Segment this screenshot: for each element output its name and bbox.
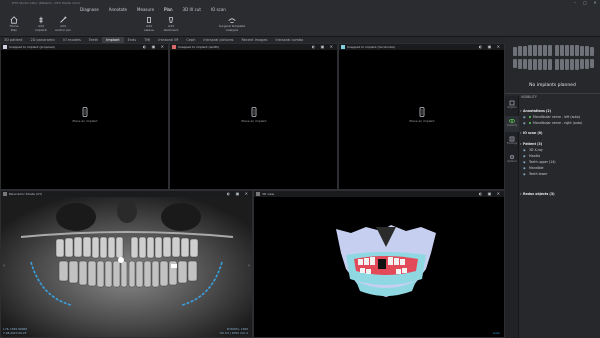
view-title: 3D view [262,192,275,196]
visibility-group[interactable]: ▾ IO scan (0) [520,130,600,136]
implant-view-3[interactable]: Snapped to implant (horizontal) ◐ ▣ ✕ Pl… [338,43,505,190]
add-anchor-pin-button[interactable]: Add anchor pin [52,16,74,36]
dental-chart-thumbnail [513,45,594,70]
view-controls[interactable]: ◐ ▣ ✕ [312,44,335,50]
template-icon [228,18,236,23]
implant-view-2[interactable]: Snapped to implant (width) ◐ ▣ ✕ Place a… [169,43,338,190]
pano-info-bottom-right: W 6000 L 1300 HU 0.5 | 6765 mm 2 [219,327,248,335]
placeholder: Place an implant [70,107,100,123]
menu-plan[interactable]: Plan [164,7,173,12]
chevron-down-icon[interactable]: ▾ [520,191,522,197]
view-title: Snapped to implant (width) [178,45,220,49]
menu-io-scan[interactable]: IO scan [211,7,226,12]
menu-3d-ix-cut[interactable]: 3D IX cut [183,7,201,12]
view-color-swatch [3,45,7,49]
scroll-left-arrow-icon[interactable]: ‹ [3,263,5,269]
panel-sidebar: Objects Visibility Findings Options [505,96,519,338]
no-implants-label: No implants planned [529,83,576,88]
implant-icon [39,16,43,24]
view-controls[interactable]: ◐ ▣ ✕ [479,44,502,50]
sidebar-item-objects[interactable]: Objects [505,98,519,114]
eye-toggle-icon[interactable]: ◉ [523,171,526,177]
chevron-down-icon[interactable]: ▾ [520,130,522,136]
view-title: Snapped to implant (horizontal) [347,45,395,49]
implant-view-1[interactable]: Snapped to implant (proposal) ◐ ▣ ✕ Plac… [0,43,169,190]
implant-placeholder-icon [251,107,257,117]
sidebar-item-options[interactable]: Options [505,152,519,168]
view-header: Snapped to implant (width) ◐ ▣ ✕ [170,44,337,50]
panoramic-view[interactable]: Panoramic Strata (CT) ◐ ▣ ✕ L HL 1556.00… [0,190,253,338]
view-header: Snapped to implant (horizontal) ◐ ▣ ✕ [339,44,504,50]
menu-diagnose[interactable]: Diagnose [80,7,99,12]
sidebar-item-findings[interactable]: Findings [505,134,519,150]
view-title: Snapped to implant (proposal) [9,45,55,49]
3d-skull-model [336,225,436,297]
visibility-label: Redox objects (3) [523,192,555,196]
surgical-template-button[interactable]: Surgical template analysis [218,16,246,36]
add-sleeve-button[interactable]: Add sleeve [138,16,160,36]
implant-placeholder-icon [419,107,425,117]
view-header: Snapped to implant (proposal) ◐ ▣ ✕ [1,44,168,50]
view-color-swatch [341,45,345,49]
status-dot [529,122,531,124]
visibility-group[interactable]: ▾ Redox objects (3) [520,191,600,197]
auto-label[interactable]: Auto [493,331,500,335]
abutment-icon [168,17,174,23]
view-color-swatch [256,192,260,196]
add-implant-button[interactable]: Add implant [30,16,52,36]
view-controls[interactable]: ◐ ▣ ✕ [479,191,502,197]
view-header: 3D view ◐ ▣ ✕ [254,191,504,197]
add-abutment-button[interactable]: Add abutment [160,16,182,36]
home-plan-button[interactable]: Home Plan [3,16,25,36]
menu-measure[interactable]: Measure [137,7,154,12]
visibility-section-title: VISIBILITY [521,95,537,99]
eye-toggle-icon[interactable]: ◉ [523,120,526,126]
visibility-item[interactable]: ◉ Mandibular nerve - right (auto) [520,120,600,126]
divider [505,93,600,94]
view-controls[interactable]: ◐ ▣ ✕ [143,44,166,50]
visibility-label: IO scan (0) [523,131,543,135]
main-menu: Diagnose Annotate Measure Plan 3D IX cut… [0,6,600,13]
pano-info-bottom-left: L HL 1556.00069 7-08-2023 00:23 [3,327,27,335]
visibility-item[interactable]: ◉ Teeth lower [520,171,600,177]
sleeve-icon [147,17,151,23]
window-title: DTX Studio Clinic (Patient) - DTX Studio… [12,1,81,5]
placeholder: Place an implant [407,107,437,123]
placeholder: Place an implant [239,107,269,123]
home-icon [10,16,18,24]
view-color-swatch [172,45,176,49]
pin-icon [60,16,67,23]
visibility-label: Teeth lower [529,172,548,176]
3d-view[interactable]: 3D view ◐ ▣ ✕ Auto [253,190,505,338]
visibility-label: Mandibular nerve - right (auto) [533,121,583,125]
status-dot [529,116,531,118]
view-color-swatch [3,192,7,196]
panoramic-xray-image [1,197,252,337]
implant-placeholder-icon [82,107,88,117]
menu-annotate[interactable]: Annotate [109,7,127,12]
ribbon-toolbar: Home Plan Add implant Add anchor pin Add sle… [0,13,600,37]
sidebar-item-visibility[interactable]: Visibility [505,116,519,132]
right-panel: No implants planned VISIBILITY [505,37,600,338]
scroll-right-arrow-icon[interactable]: › [248,263,250,269]
